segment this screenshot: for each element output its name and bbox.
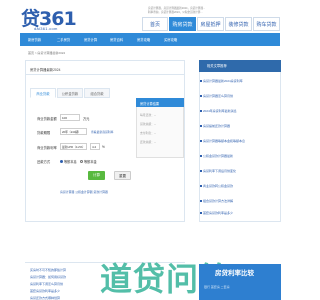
sidebar-article-link[interactable]: 房贷提前还款计算器 (203, 124, 230, 128)
tab-combined-loan[interactable]: 组合贷款 (84, 88, 110, 98)
subnav-item-second-hand[interactable]: 二手房贷 (57, 37, 70, 42)
sidebar-article-link[interactable]: 商业贷款转公积金贷款 (203, 184, 233, 188)
bullet-icon (200, 170, 202, 172)
sidebar-article-link[interactable]: 首套房贷款利率是多少 (203, 211, 233, 215)
bullet-icon (200, 155, 202, 157)
bottom-article-link[interactable]: 买房时不可不知的那些计算 (30, 268, 66, 272)
subnav-item-calculator[interactable]: 房贷计算 (84, 37, 97, 42)
bottom-article-link[interactable]: 首套房贷款利率是多少 (30, 289, 60, 293)
result-panel (136, 98, 184, 158)
bullet-icon (200, 110, 202, 112)
sidebar-article-link[interactable]: 房贷利率下调后月供变化 (203, 169, 236, 173)
subnav-item-wiki[interactable]: 房贷百科 (110, 37, 123, 42)
result-line: 贷款总额：-- (140, 122, 156, 126)
loan-rate-input[interactable]: 4.2 (90, 143, 100, 150)
bottom-article-link[interactable]: 房贷还款方式哪种划算 (30, 296, 60, 300)
banner-caption: 银行 首套房 二套房 (204, 285, 230, 289)
title-divider (25, 74, 185, 75)
sidebar-article-link[interactable]: 组合贷款计算方法详解 (203, 199, 233, 203)
reset-button[interactable]: 重置 (114, 171, 131, 180)
header-keywords-2: 利率查询，房贷计算器2024，公积金贷款计算... (148, 11, 203, 14)
subnav-item-new-home[interactable]: 新房贷款 (28, 37, 41, 42)
bullet-icon (200, 95, 202, 97)
loan-amount-unit: 万元 (83, 117, 90, 121)
subnav-item-buying-guide[interactable]: 买房攻略 (164, 37, 177, 42)
nav-tab-property-loan[interactable]: 房屋抵押 (197, 17, 224, 31)
sidebar-title: 相关文章推荐 (207, 64, 227, 68)
site-domain: dai361.com (34, 26, 58, 31)
repayment-method-label: 还款方式 (37, 160, 51, 164)
nav-tab-renovation-loan[interactable]: 装修贷款 (225, 17, 252, 31)
bullet-icon (200, 200, 202, 202)
nav-tab-mortgage[interactable]: 购房贷款 (169, 17, 196, 31)
loan-rate-select[interactable]: 最新LPR（4.2%） (60, 143, 87, 150)
loan-rate-label: 商业贷款利率 (37, 146, 57, 150)
tab-provident-fund-loan[interactable]: 公积金贷款 (57, 88, 83, 98)
repay-equal-principal-radio[interactable] (80, 159, 83, 163)
bottom-article-link[interactable]: 房贷计算器：如何用好贷款 (30, 275, 66, 279)
result-line: 支付利息：-- (140, 131, 156, 135)
banner-title: 房贷利率比较 (215, 270, 254, 277)
loan-term-select[interactable]: 20年（240期） (60, 128, 87, 135)
bullet-icon (200, 185, 202, 187)
related-calculators-links[interactable]: 房贷计算器 公积金计算器 贷款计算器 (60, 190, 108, 194)
subnav-item-guide[interactable]: 房贷攻略 (137, 37, 150, 42)
rate-link[interactable]: 查看最新商贷利率 (91, 130, 113, 134)
bullet-icon (200, 80, 202, 82)
bottom-article-link[interactable]: 房贷利率下调怎么算月供 (30, 282, 63, 286)
loan-amount-input[interactable]: 100 (60, 114, 80, 121)
page-title: 房贷计算器最新2024 (30, 68, 61, 72)
result-line: 还款总额：-- (140, 140, 156, 144)
bullet-icon (200, 212, 202, 214)
sidebar-article-link[interactable]: 房贷计算器怎么算月供 (203, 94, 233, 98)
nav-tab-car-loan[interactable]: 购车贷款 (253, 17, 280, 31)
result-line: 每月还款：-- (140, 113, 156, 117)
result-title: 房贷计算结果 (140, 102, 160, 106)
breadcrumb: 首页 > 房贷计算器最新2024 (28, 51, 66, 55)
sidebar-article-link[interactable]: 房贷计算器最新2024房贷利率 (203, 79, 243, 83)
bullet-icon (200, 125, 202, 127)
repay-equal-installment-radio[interactable] (60, 159, 63, 163)
tab-commercial-loan[interactable]: 商业贷款 (30, 88, 56, 98)
sidebar-article-link[interactable]: 公积金贷款计算器最新 (203, 154, 233, 158)
loan-rate-unit: % (102, 145, 105, 149)
loan-term-label: 贷款期限 (37, 131, 51, 135)
repay-option-label: 等额本金 (84, 160, 97, 164)
calculate-button[interactable]: 计算 (88, 171, 105, 180)
loan-amount-label: 商业贷款金额 (37, 117, 57, 121)
nav-tab-home[interactable]: 首页 (142, 17, 168, 31)
sidebar-article-link[interactable]: 房贷计算器等额本金和等额本息 (203, 139, 245, 143)
bullet-icon (200, 140, 202, 142)
sidebar-article-link[interactable]: 2024年房贷利率最新消息 (203, 109, 237, 113)
repay-option-label: 等额本息 (64, 160, 77, 164)
